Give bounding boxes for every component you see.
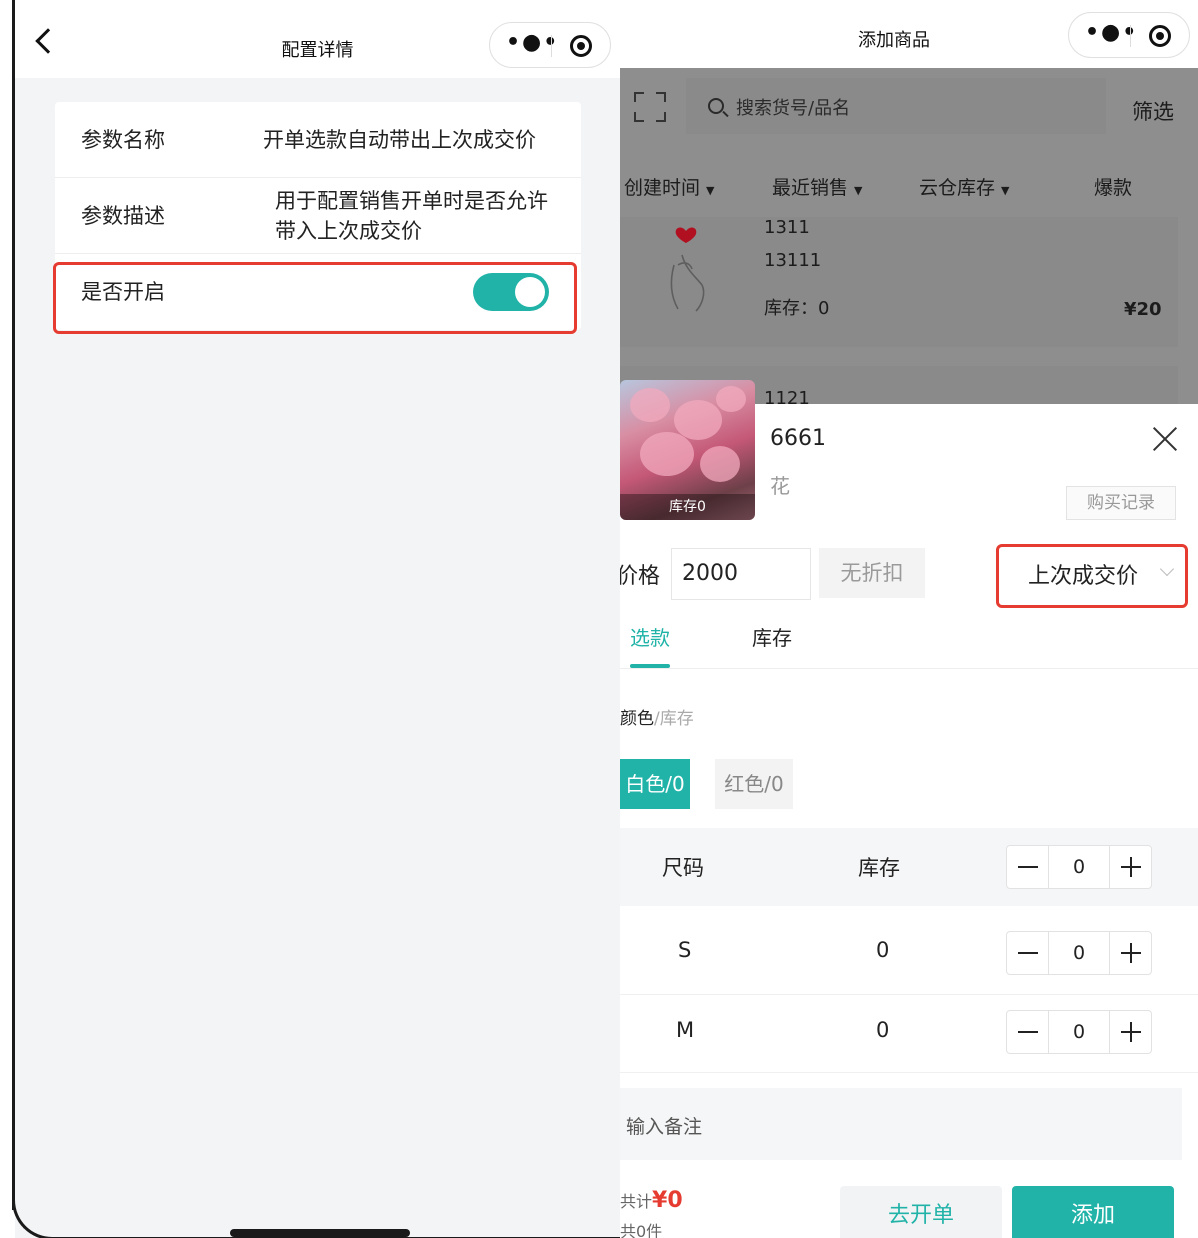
search-placeholder: 搜索货号/品名 bbox=[736, 98, 851, 119]
search-icon bbox=[708, 98, 724, 114]
tab-select-style[interactable]: 选款 bbox=[630, 622, 670, 651]
plus-icon[interactable] bbox=[1109, 846, 1151, 888]
param-desc-value: 用于配置销售开单时是否允许带入上次成交价 bbox=[275, 189, 548, 243]
item-code: 1311 bbox=[764, 217, 810, 238]
close-program-icon[interactable] bbox=[570, 35, 592, 57]
item-sub: 13111 bbox=[764, 250, 822, 271]
product-thumbnail: 库存0 bbox=[620, 380, 755, 520]
buy-record-button[interactable]: 购买记录 bbox=[1066, 486, 1176, 520]
go-to-order-button[interactable]: 去开单 bbox=[840, 1186, 1002, 1238]
thumb-stock-caption: 库存0 bbox=[620, 494, 755, 520]
product-name: 花 bbox=[770, 474, 790, 498]
color-chip-white[interactable]: 白色/0 bbox=[620, 759, 690, 809]
product-code: 6661 bbox=[770, 426, 826, 451]
scan-icon[interactable] bbox=[634, 92, 666, 122]
home-indicator bbox=[230, 1229, 410, 1237]
tab-stock[interactable]: 库存 bbox=[752, 622, 792, 651]
minus-icon[interactable] bbox=[1007, 1011, 1049, 1053]
filter-button[interactable]: 筛选 bbox=[1132, 96, 1174, 126]
sort-hot[interactable]: 爆款 bbox=[1094, 173, 1132, 200]
discount-button[interactable]: 无折扣 bbox=[819, 548, 925, 598]
sort-created[interactable]: 创建时间 ▼ bbox=[624, 173, 714, 200]
search-box[interactable]: 搜索货号/品名 bbox=[686, 78, 1106, 134]
param-name-row: 参数名称 开单选款自动带出上次成交价 bbox=[55, 102, 581, 178]
quantity-stepper-m[interactable]: 0 bbox=[1006, 1010, 1152, 1054]
param-desc-label: 参数描述 bbox=[81, 204, 165, 228]
add-button[interactable]: 添加 bbox=[1012, 1186, 1174, 1238]
sort-recent-sales[interactable]: 最近销售 ▼ bbox=[772, 173, 862, 200]
note-placeholder: 输入备注 bbox=[626, 1116, 703, 1138]
price-label: 价格 bbox=[620, 564, 661, 589]
left-screen: 配置详情 •●• 参数名称 开单选款自动带出上次成交价 参数描述 用于配置销售开… bbox=[0, 0, 620, 1238]
nav-bar: 添加商品 •●• bbox=[620, 0, 1198, 68]
stock-header: 库存 bbox=[858, 856, 900, 880]
settings-body: 参数名称 开单选款自动带出上次成交价 参数描述 用于配置销售开单时是否允许带入上… bbox=[15, 78, 620, 1238]
plus-icon[interactable] bbox=[1109, 932, 1151, 974]
stock-s: 0 bbox=[876, 938, 890, 962]
param-name-value: 开单选款自动带出上次成交价 bbox=[263, 128, 536, 152]
minus-icon[interactable] bbox=[1007, 846, 1049, 888]
list-item[interactable]: 1311 13111 库存：0 ¥20 bbox=[620, 217, 1178, 347]
heart-hand-icon bbox=[670, 227, 705, 312]
stock-m: 0 bbox=[876, 1018, 890, 1042]
item-stock: 库存：0 bbox=[764, 298, 830, 319]
quantity-stepper[interactable]: 0 bbox=[1006, 845, 1152, 889]
total-quantity: 共0件 bbox=[620, 1222, 663, 1238]
size-grid-header: 尺码 库存 0 bbox=[620, 828, 1198, 906]
note-input[interactable]: 输入备注 bbox=[620, 1088, 1182, 1160]
color-chip-red[interactable]: 红色/0 bbox=[715, 759, 793, 809]
close-program-icon[interactable] bbox=[1149, 25, 1171, 47]
mini-program-capsule[interactable]: •●• bbox=[489, 22, 611, 68]
param-name-label: 参数名称 bbox=[81, 128, 165, 152]
total-amount: 共计¥0 bbox=[620, 1188, 683, 1213]
price-input[interactable]: 2000 bbox=[671, 548, 811, 600]
size-m: M bbox=[676, 1018, 695, 1042]
right-screen: 添加商品 •●• 搜索货号/品名 筛选 创建时间 ▼ 最近销售 ▼ 云仓库存 ▼ 爆款 bbox=[620, 0, 1198, 1238]
plus-icon[interactable] bbox=[1109, 1011, 1151, 1053]
item-price: ¥20 bbox=[1124, 299, 1162, 320]
color-label: 颜色/库存 bbox=[620, 709, 694, 729]
param-desc-row: 参数描述 用于配置销售开单时是否允许带入上次成交价 bbox=[55, 178, 581, 254]
nav-bar: 配置详情 •●• bbox=[15, 0, 620, 78]
highlight-box bbox=[996, 544, 1188, 608]
close-icon[interactable] bbox=[1152, 426, 1178, 452]
size-header: 尺码 bbox=[662, 856, 704, 880]
quantity-stepper-s[interactable]: 0 bbox=[1006, 931, 1152, 975]
minus-icon[interactable] bbox=[1007, 932, 1049, 974]
dimmed-product-list: 搜索货号/品名 筛选 创建时间 ▼ 最近销售 ▼ 云仓库存 ▼ 爆款 1311 131… bbox=[620, 68, 1198, 409]
mini-program-capsule[interactable]: •●• bbox=[1068, 12, 1190, 58]
highlight-box bbox=[53, 262, 577, 334]
add-product-sheet: 库存0 6661 花 购买记录 价格 2000 无折扣 上次成交价 选款 库存 … bbox=[620, 380, 1198, 1238]
sort-cloud-stock[interactable]: 云仓库存 ▼ bbox=[919, 173, 1009, 200]
size-s: S bbox=[678, 938, 692, 962]
